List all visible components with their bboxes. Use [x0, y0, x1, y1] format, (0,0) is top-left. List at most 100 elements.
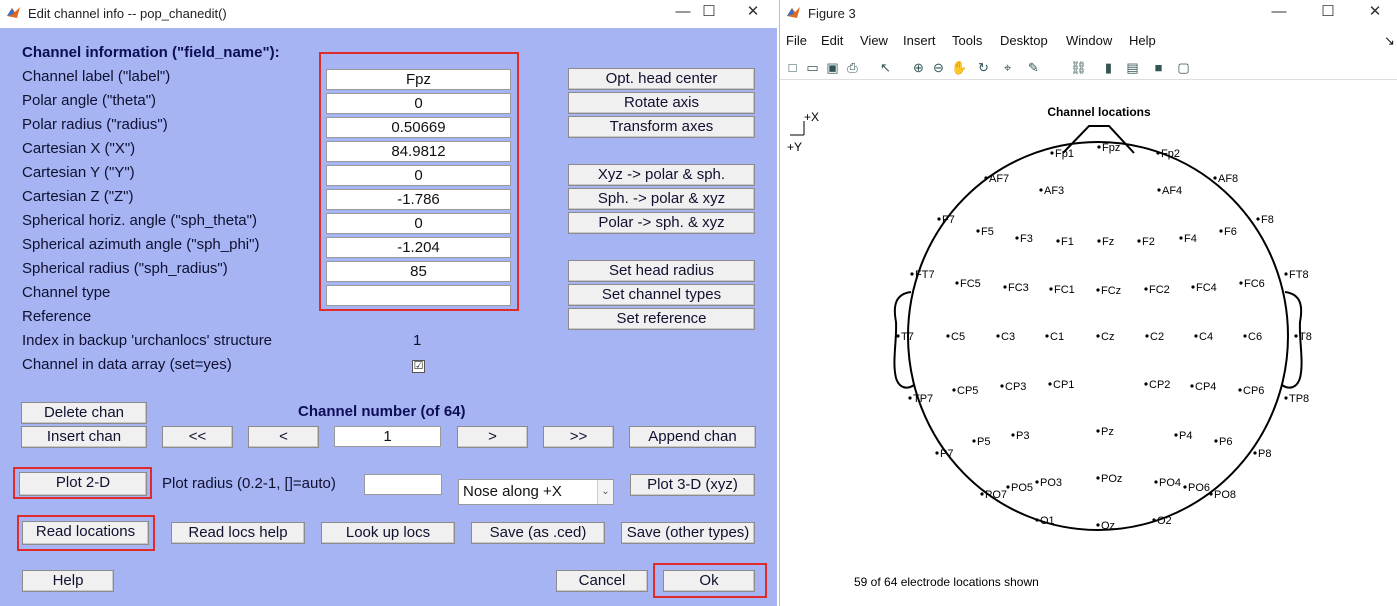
pan-icon[interactable]: ✋: [951, 59, 968, 76]
field-value-input[interactable]: -1.786: [326, 189, 511, 210]
close-button[interactable]: ✕: [730, 0, 776, 26]
prev-channel-button[interactable]: <: [248, 426, 319, 448]
electrode-dot: [972, 439, 976, 443]
undock-arrow-icon[interactable]: ↘: [1384, 33, 1395, 49]
electrode-label: C6: [1248, 331, 1262, 343]
nose-direction-select[interactable]: Nose along +X ⌄: [458, 479, 614, 505]
figure-toolbar: □ ▭ ▣ ⎙ ↖ ⊕ ⊖ ✋ ↻ ⌖ ✎ ⛓ ▮ ▤ ■ ▢: [780, 54, 1397, 80]
electrode-label: O2: [1157, 515, 1172, 527]
field-value-input[interactable]: 0: [326, 213, 511, 234]
open-icon[interactable]: ▭: [804, 59, 821, 76]
electrode-dot: [1243, 334, 1247, 338]
electrode-dot: [1238, 388, 1242, 392]
ok-button[interactable]: Ok: [663, 570, 755, 592]
electrode-label: CP1: [1053, 379, 1074, 391]
next-channel-button[interactable]: >: [457, 426, 528, 448]
menu-item[interactable]: File: [786, 33, 807, 48]
read-locs-help-button[interactable]: Read locs help: [171, 522, 305, 544]
figure-window: Figure 3 — ☐ ✕ File Edit View Insert Tools De…: [779, 0, 1397, 606]
menu-item[interactable]: Insert: [903, 33, 936, 48]
plot-radius-field[interactable]: [364, 474, 442, 495]
side-button[interactable]: Set channel types: [568, 284, 755, 306]
first-channel-button[interactable]: <<: [162, 426, 233, 448]
plot-2d-button[interactable]: Plot 2-D: [19, 472, 147, 496]
brush-icon[interactable]: ✎: [1025, 59, 1042, 76]
electrode-label: PO7: [985, 489, 1007, 501]
electrode-dot: [1096, 429, 1100, 433]
backup-index-label: Index in backup 'urchanlocs' structure: [22, 332, 273, 349]
field-value-input[interactable]: 0: [326, 165, 511, 186]
save-ced-button[interactable]: Save (as .ced): [471, 522, 605, 544]
side-button[interactable]: Sph. -> polar & xyz: [568, 188, 755, 210]
in-data-array-label: Channel in data array (set=yes): [22, 356, 232, 373]
save-other-button[interactable]: Save (other types): [621, 522, 755, 544]
field-value-input[interactable]: Fpz: [326, 69, 511, 90]
menu-item[interactable]: View: [860, 33, 888, 48]
field-value-input[interactable]: 0.50669: [326, 117, 511, 138]
menu-item[interactable]: Tools: [952, 33, 982, 48]
in-data-array-checkbox[interactable]: ☑: [412, 360, 425, 373]
electrode-label: T7: [901, 331, 914, 343]
look-up-locs-button[interactable]: Look up locs: [321, 522, 455, 544]
field-value-input[interactable]: 85: [326, 261, 511, 282]
electrode-label: Fp2: [1161, 148, 1180, 160]
zoom-out-icon[interactable]: ⊖: [930, 59, 947, 76]
link-icon[interactable]: ⛓: [1070, 59, 1087, 76]
field-label: Channel label ("label"): [22, 68, 171, 85]
side-button[interactable]: Transform axes: [568, 116, 755, 138]
delete-chan-button[interactable]: Delete chan: [21, 402, 147, 424]
new-figure-icon[interactable]: □: [784, 59, 801, 76]
electrode-dot: [896, 334, 900, 338]
channel-index-field[interactable]: 1: [334, 426, 441, 447]
field-value-input[interactable]: [326, 285, 511, 306]
menu-item[interactable]: Desktop: [1000, 33, 1048, 48]
side-button[interactable]: Set reference: [568, 308, 755, 330]
save-icon[interactable]: ▣: [824, 59, 841, 76]
electrode-dot: [1144, 382, 1148, 386]
maximize-button[interactable]: ☐: [686, 0, 732, 26]
minimize-button[interactable]: —: [1256, 0, 1302, 26]
side-button[interactable]: Rotate axis: [568, 92, 755, 114]
close-button[interactable]: ✕: [1352, 0, 1397, 26]
field-value-input[interactable]: -1.204: [326, 237, 511, 258]
electrode-label: O1: [1040, 515, 1055, 527]
menu-item[interactable]: Edit: [821, 33, 843, 48]
electrode-label: PO5: [1011, 482, 1033, 494]
print-icon[interactable]: ⎙: [844, 59, 861, 76]
electrode-dot: [937, 217, 941, 221]
colorbar-icon[interactable]: ▮: [1100, 59, 1117, 76]
electrode-label: F3: [1020, 233, 1033, 245]
last-channel-button[interactable]: >>: [543, 426, 614, 448]
electrode-label: P7: [940, 448, 953, 460]
read-locations-button[interactable]: Read locations: [22, 521, 149, 545]
data-cursor-icon[interactable]: ⌖: [999, 59, 1016, 76]
field-value-input[interactable]: 0: [326, 93, 511, 114]
side-button[interactable]: Xyz -> polar & sph.: [568, 164, 755, 186]
electrode-dot: [1039, 188, 1043, 192]
rotate-icon[interactable]: ↻: [975, 59, 992, 76]
hide-tools-icon[interactable]: ■: [1150, 59, 1167, 76]
window-title: Edit channel info -- pop_chanedit(): [28, 6, 227, 21]
append-chan-button[interactable]: Append chan: [629, 426, 756, 448]
insert-chan-button[interactable]: Insert chan: [21, 426, 147, 448]
side-button[interactable]: Opt. head center: [568, 68, 755, 90]
electrode-dot: [1096, 523, 1100, 527]
maximize-button[interactable]: ☐: [1305, 0, 1351, 26]
electrode-dot: [1219, 229, 1223, 233]
pointer-icon[interactable]: ↖: [877, 59, 894, 76]
side-button[interactable]: Polar -> sph. & xyz: [568, 212, 755, 234]
electrode-label: P6: [1219, 436, 1232, 448]
legend-icon[interactable]: ▤: [1124, 59, 1141, 76]
side-button[interactable]: Set head radius: [568, 260, 755, 282]
cancel-button[interactable]: Cancel: [556, 570, 648, 592]
electrode-label: TP7: [913, 393, 933, 405]
menu-item[interactable]: Window: [1066, 33, 1112, 48]
channel-locations-plot: Channel locations +X +Y Fp1 Fpz Fp2 AF7 AF3 A…: [787, 105, 1312, 589]
field-value-input[interactable]: 84.9812: [326, 141, 511, 162]
zoom-in-icon[interactable]: ⊕: [910, 59, 927, 76]
plot-3d-button[interactable]: Plot 3-D (xyz): [630, 474, 755, 496]
menu-item[interactable]: Help: [1129, 33, 1156, 48]
help-button[interactable]: Help: [22, 570, 114, 592]
dock-icon[interactable]: ▢: [1175, 59, 1192, 76]
electrode-label: P5: [977, 436, 990, 448]
